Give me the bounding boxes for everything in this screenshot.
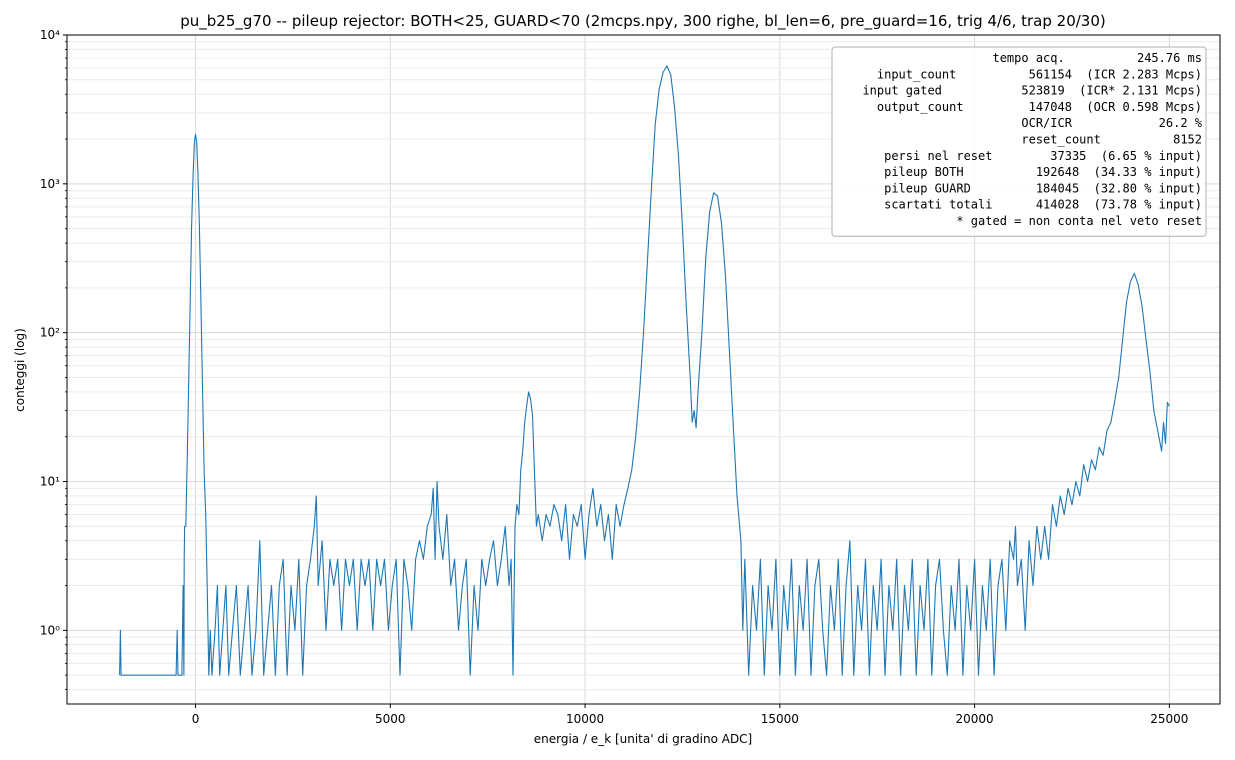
- y-tick-label: 10³: [40, 177, 60, 191]
- y-axis-title: conteggi (log): [13, 328, 27, 412]
- legend-entry: pileup BOTH 192648 (34.33 % input): [870, 165, 1202, 179]
- legend-entry: input gated 523819 (ICR* 2.131 Mcps): [862, 84, 1202, 98]
- stats-legend-box: tempo acq. 245.76 ms input_count 561154 …: [831, 46, 1207, 237]
- legend-entry: persi nel reset 37335 (6.65 % input): [862, 149, 1202, 163]
- x-tick-label: 25000: [1150, 712, 1188, 726]
- x-axis-title: energia / e_k [unita' di gradino ADC]: [534, 732, 753, 746]
- legend-entry: pileup GUARD 184045 (32.80 % input): [870, 181, 1202, 195]
- x-tick-label: 0: [192, 712, 200, 726]
- y-tick-label: 10²: [40, 326, 60, 340]
- legend-entry: reset_count 8152: [891, 133, 1202, 147]
- x-tick-label: 5000: [375, 712, 406, 726]
- x-tick-label: 20000: [956, 712, 994, 726]
- y-tick-label: 10⁴: [40, 28, 60, 42]
- legend-entry: * gated = non conta nel veto reset: [870, 214, 1202, 228]
- spectrum-chart: pu_b25_g70 -- pileup rejector: BOTH<25, …: [13, 12, 1221, 746]
- legend-entry: output_count 147048 (OCR 0.598 Mcps): [870, 100, 1202, 114]
- legend-entry: scartati totali 414028 (73.78 % input): [870, 198, 1202, 212]
- legend-entry: tempo acq. 245.76 ms: [913, 51, 1202, 65]
- y-tick-label: 10⁰: [40, 623, 60, 637]
- chart-title: pu_b25_g70 -- pileup rejector: BOTH<25, …: [180, 12, 1106, 31]
- legend-entry: input_count 561154 (ICR 2.283 Mcps): [870, 67, 1202, 81]
- legend-entry: OCR/ICR 26.2 %: [906, 116, 1203, 130]
- x-tick-label: 15000: [761, 712, 799, 726]
- x-tick-label: 10000: [566, 712, 604, 726]
- y-tick-label: 10¹: [40, 475, 60, 489]
